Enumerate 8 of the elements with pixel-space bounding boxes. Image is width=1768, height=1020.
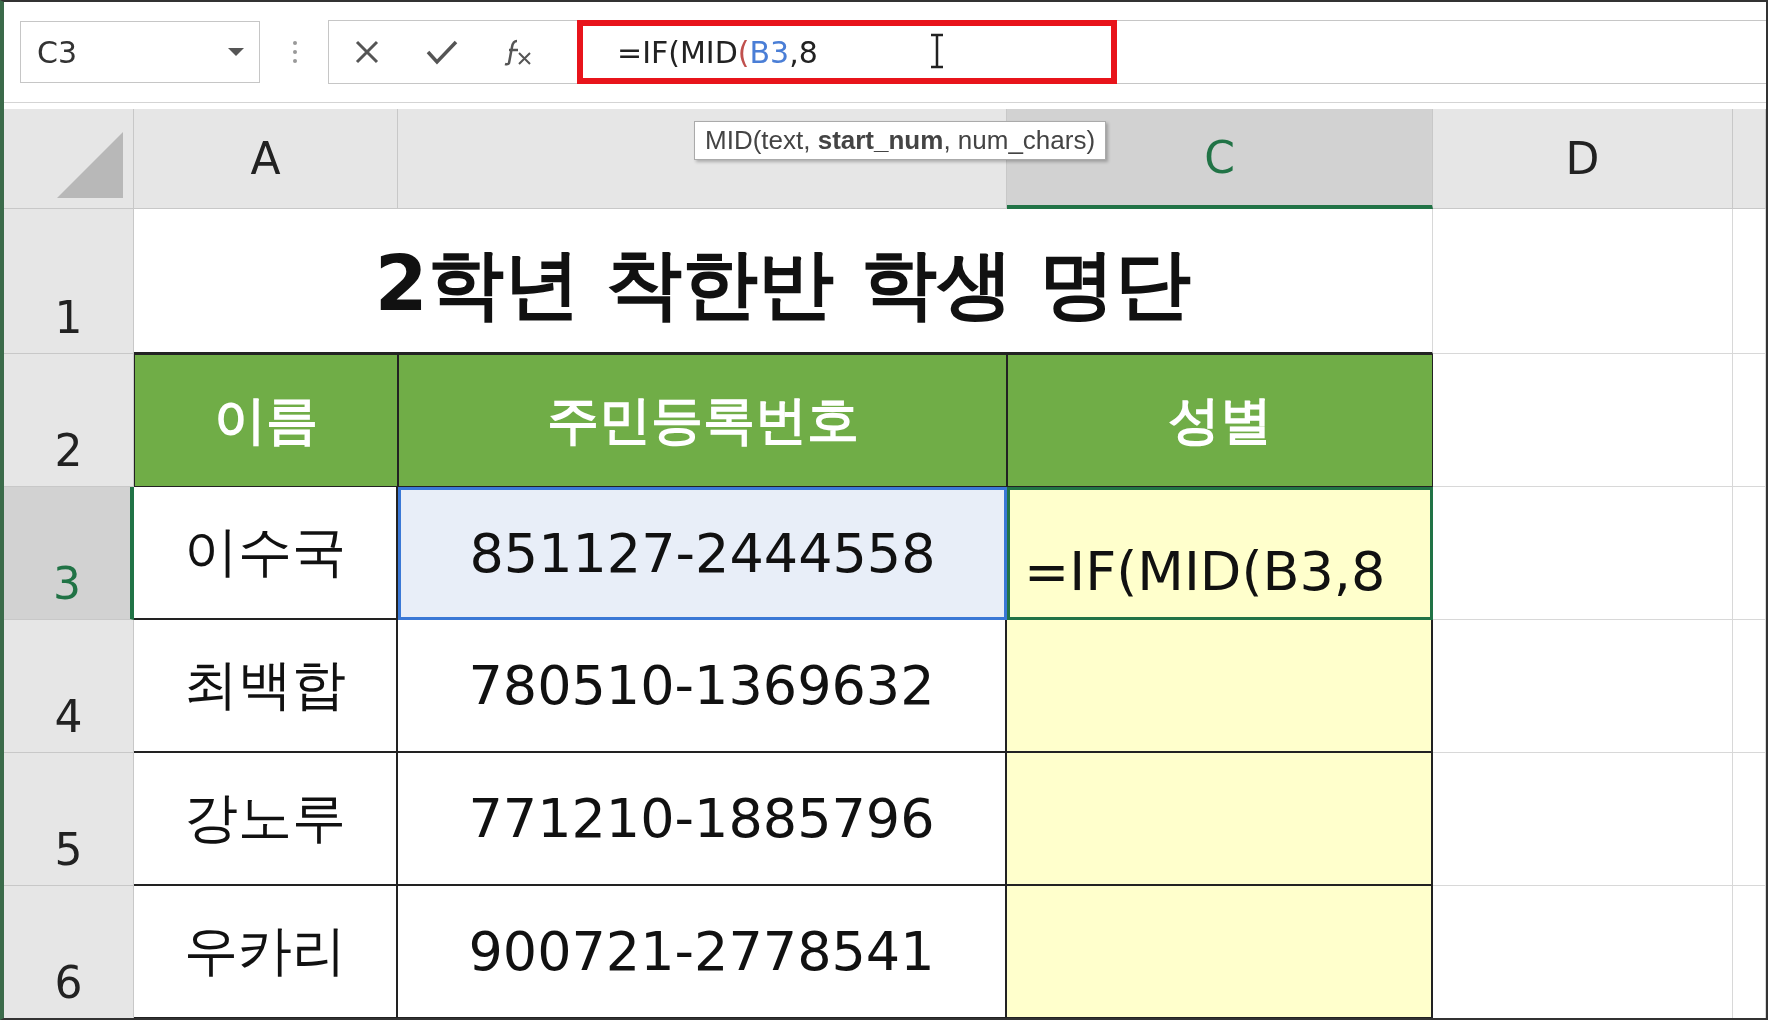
- table-cell: 우카리: [134, 886, 398, 1018]
- header-cell: 주민등록번호: [398, 354, 1007, 487]
- table-cell: 최백합: [134, 620, 398, 753]
- header-cell: 이름: [134, 354, 398, 487]
- function-tooltip: MID(text, start_num, num_chars): [694, 121, 1107, 160]
- table-cell: 851127-2444558: [398, 487, 1007, 620]
- header-cell: 성별: [1007, 354, 1433, 487]
- table-cell: 강노루: [134, 753, 398, 886]
